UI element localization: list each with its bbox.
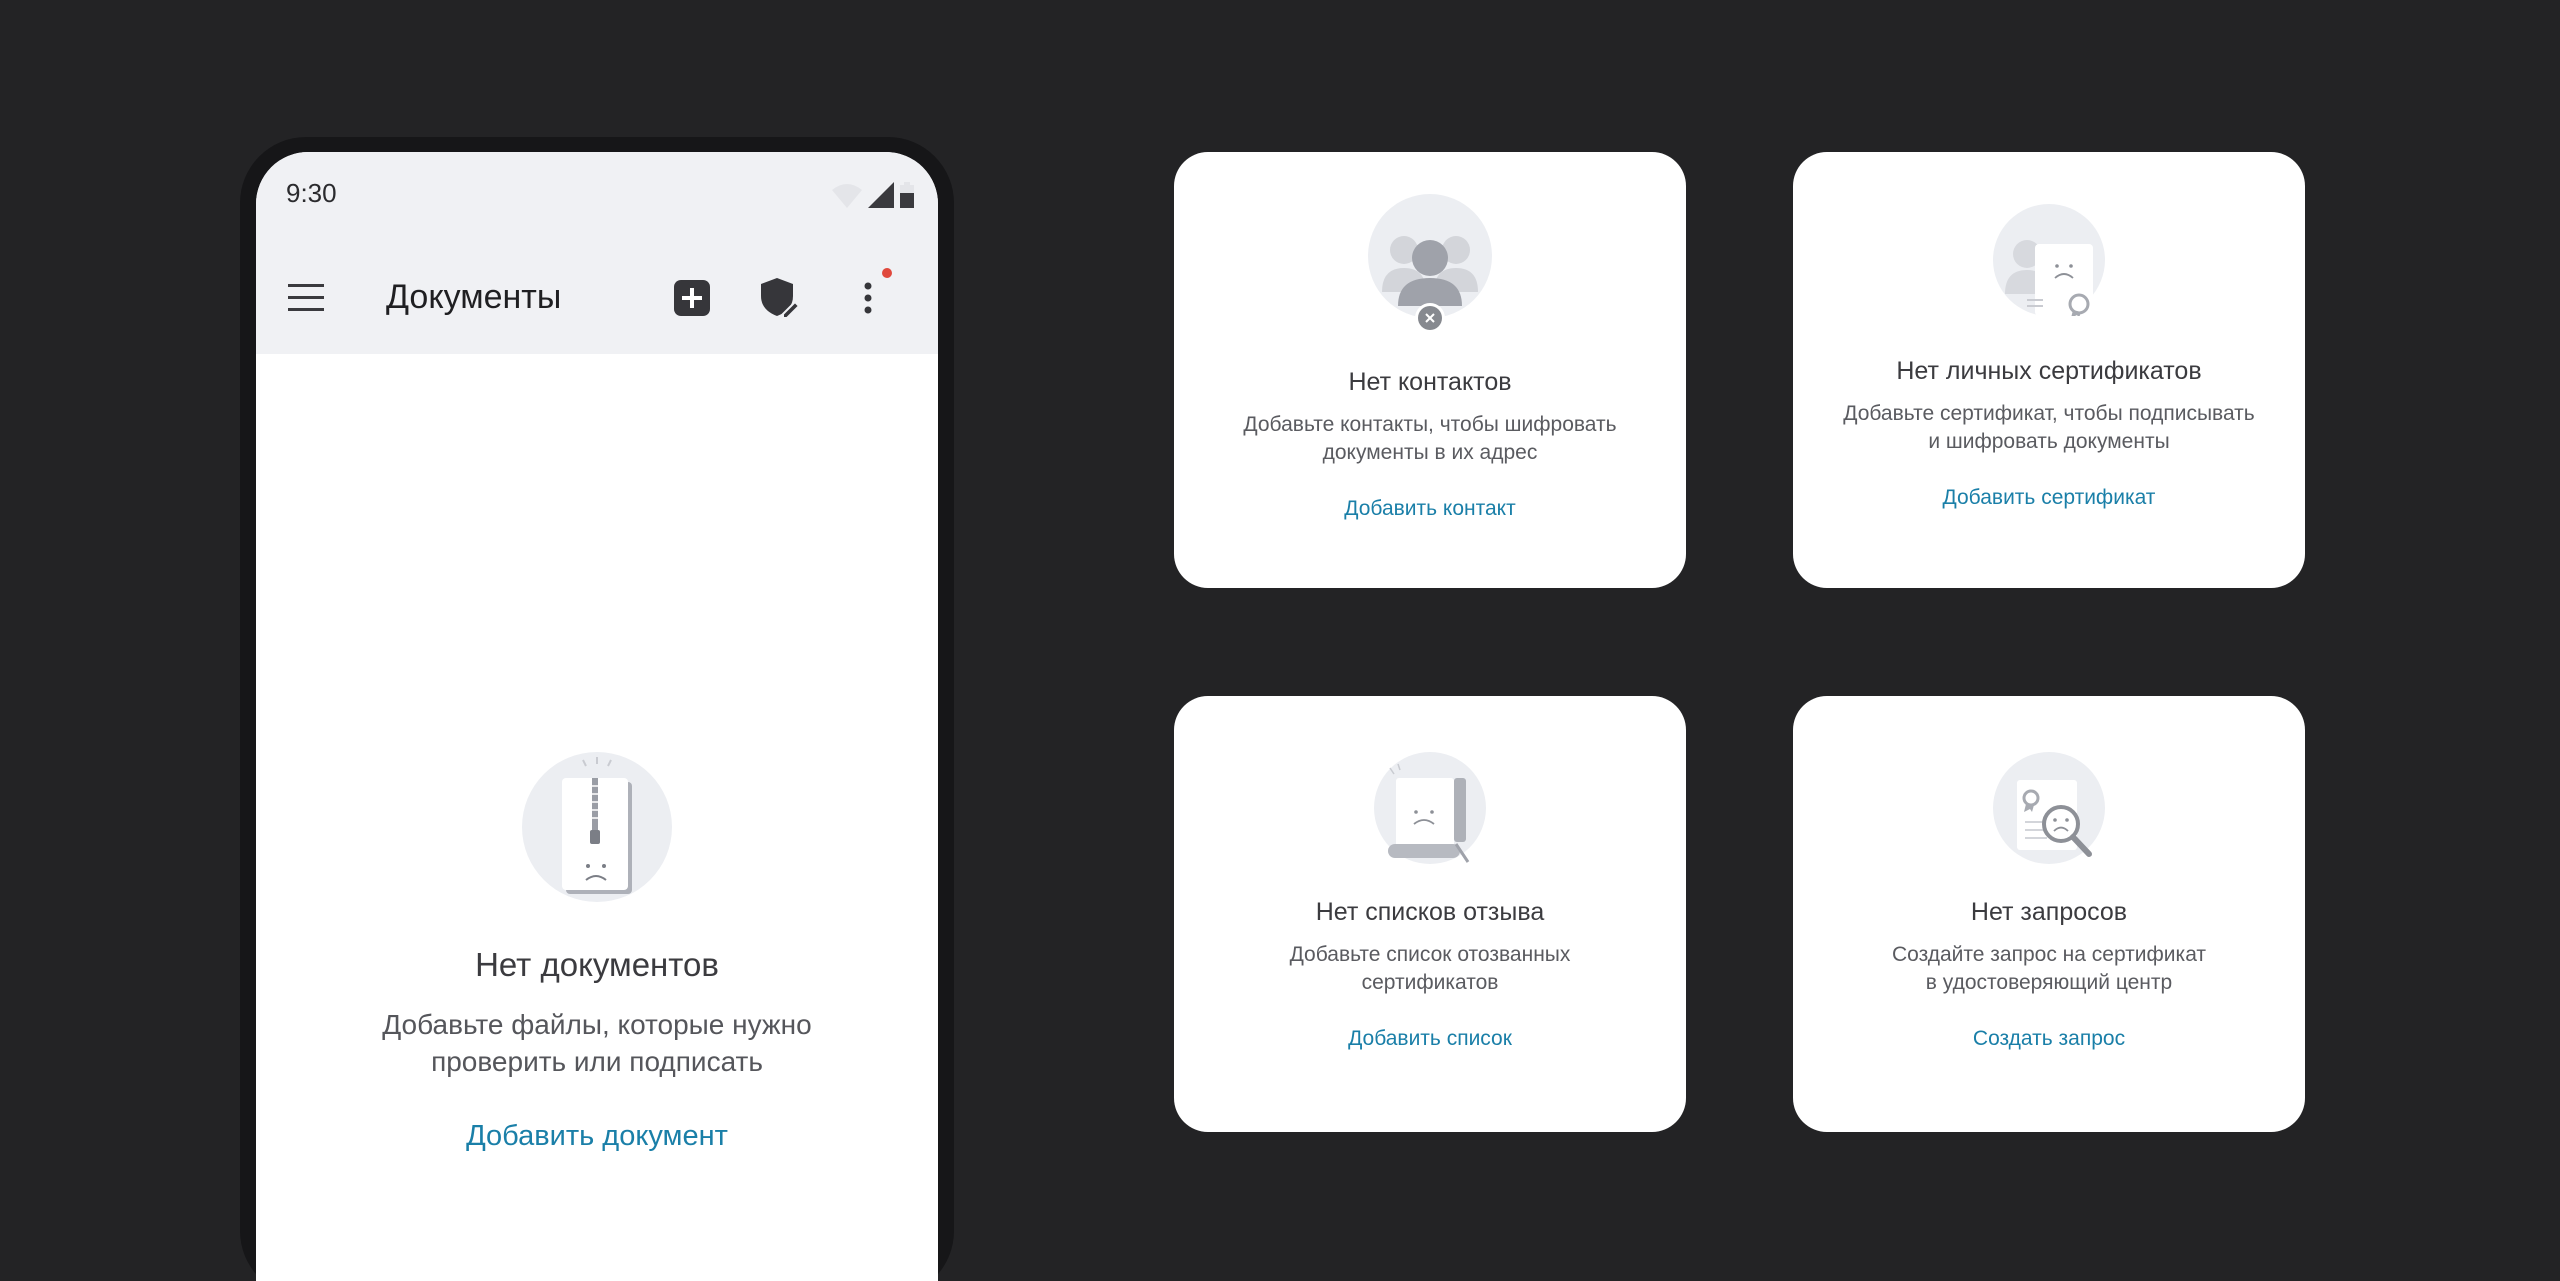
requests-illustration	[1793, 752, 2305, 864]
card-text: Нет запросов Создайте запрос на сертифик…	[1793, 898, 2305, 1051]
page-title: Документы	[386, 278, 562, 316]
add-list-link[interactable]: Добавить список	[1348, 1027, 1512, 1051]
card-subtitle-line: Создайте запрос на сертификат	[1891, 943, 2207, 966]
card-subtitle-line: в удостоверяющий центр	[1925, 971, 2173, 994]
card-subtitle-line: Добавьте сертификат, чтобы подписывать	[1843, 402, 2255, 425]
status-bar: 9:30	[256, 152, 938, 242]
phone-screen: 9:30 Документы Нет документов Добавьте ф…	[256, 152, 938, 1281]
status-time: 9:30	[286, 178, 337, 208]
hamburger-menu-icon	[288, 284, 324, 311]
add-document-button[interactable]	[662, 268, 722, 328]
card-subtitle: Добавьте сертификат, чтобы подписывать и…	[1793, 400, 2305, 456]
empty-archive-illustration	[522, 752, 672, 902]
app-bar: Документы	[256, 242, 938, 354]
signal-icon	[868, 182, 894, 208]
card-text: Нет списков отзыва Добавьте список отозв…	[1174, 898, 1686, 1051]
revocation-list-illustration	[1174, 752, 1686, 864]
wifi-icon	[832, 184, 862, 208]
card-subtitle: Добавьте список отозванных сертификатов	[1174, 941, 1686, 997]
card-subtitle-line: и шифровать документы	[1928, 430, 2170, 453]
card-text: Нет личных сертификатов Добавьте сертифи…	[1793, 357, 2305, 510]
card-subtitle: Создайте запрос на сертификат в удостове…	[1793, 941, 2305, 997]
canvas: 9:30 Документы Нет документов Добавьте ф…	[0, 0, 2560, 1281]
empty-subtitle-line: проверить или подписать	[431, 1046, 763, 1077]
card-title: Нет контактов	[1348, 368, 1512, 396]
shield-edit-button[interactable]	[750, 268, 810, 328]
card-subtitle-line: Добавьте список отозванных	[1289, 943, 1571, 966]
empty-state-documents: Нет документов Добавьте файлы, которые н…	[256, 752, 938, 1153]
empty-subtitle-line: Добавьте файлы, которые нужно	[382, 1009, 812, 1040]
card-no-revocation-lists: Нет списков отзыва Добавьте список отозв…	[1174, 696, 1686, 1132]
empty-title: Нет документов	[475, 946, 719, 983]
card-subtitle-line: документы в их адрес	[1322, 441, 1538, 464]
add-certificate-link[interactable]: Добавить сертификат	[1943, 486, 2156, 510]
add-contact-link[interactable]: Добавить контакт	[1344, 497, 1515, 521]
menu-button[interactable]	[276, 268, 336, 328]
notification-dot	[882, 268, 892, 278]
card-no-requests: Нет запросов Создайте запрос на сертифик…	[1793, 696, 2305, 1132]
create-request-link[interactable]: Создать запрос	[1973, 1027, 2125, 1051]
card-title: Нет личных сертификатов	[1896, 357, 2202, 385]
vertical-dots-icon	[864, 282, 872, 314]
more-options-button[interactable]	[838, 268, 898, 328]
card-subtitle-line: Добавьте контакты, чтобы шифровать	[1243, 413, 1617, 436]
card-no-contacts: Нет контактов Добавьте контакты, чтобы ш…	[1174, 152, 1686, 588]
certificate-illustration	[1793, 204, 2305, 316]
battery-icon	[900, 182, 914, 208]
contacts-illustration	[1174, 194, 1686, 334]
card-text: Нет контактов Добавьте контакты, чтобы ш…	[1174, 368, 1686, 521]
card-title: Нет списков отзыва	[1315, 898, 1545, 926]
card-title: Нет запросов	[1970, 898, 2128, 926]
card-no-certificates: Нет личных сертификатов Добавьте сертифи…	[1793, 152, 2305, 588]
status-icons	[832, 182, 914, 208]
shield-edit-icon	[761, 278, 799, 318]
plus-square-icon	[674, 280, 710, 316]
empty-subtitle: Добавьте файлы, которые нужно проверить …	[256, 1006, 938, 1080]
card-subtitle-line: сертификатов	[1361, 971, 1499, 994]
add-document-link[interactable]: Добавить документ	[466, 1120, 728, 1153]
card-subtitle: Добавьте контакты, чтобы шифровать докум…	[1174, 411, 1686, 467]
phone-frame: 9:30 Документы Нет документов Добавьте ф…	[240, 137, 954, 1281]
